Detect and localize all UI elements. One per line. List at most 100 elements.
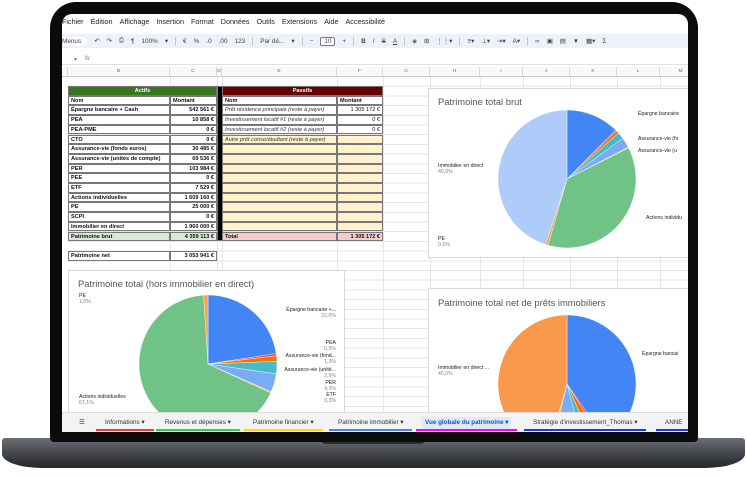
passif-amount[interactable] (337, 144, 383, 154)
actif-amount[interactable]: 25 000 € (170, 202, 217, 213)
patrimoine-net-label[interactable]: Patrimoine net (68, 250, 170, 261)
minus-icon[interactable]: − (310, 38, 314, 45)
menu-1[interactable]: Édition (91, 17, 113, 29)
patrimoine-net-value[interactable]: 3 053 941 € (170, 250, 217, 261)
print-icon[interactable]: ⎙ (119, 37, 124, 45)
actif-name[interactable]: PEA (68, 115, 170, 125)
chart-patrimoine-brut[interactable]: Patrimoine total brut Épargne bancaire A… (428, 88, 688, 258)
actif-amount[interactable]: 0 € (170, 124, 217, 135)
passif-name[interactable]: Autre prêt conso/étudiant (reste à payer… (222, 134, 337, 145)
menu-0[interactable]: Fichier (62, 17, 84, 29)
menu-3[interactable]: Insertion (156, 17, 184, 29)
passif-amount[interactable] (337, 212, 383, 222)
bold-button[interactable]: B (361, 38, 366, 45)
all-sheets-menu-icon[interactable]: ☰ (76, 417, 88, 431)
column-header-J[interactable]: J (523, 67, 570, 77)
text-rotate-icon[interactable]: A▾ (513, 37, 520, 45)
paint-format-icon[interactable]: ¶ (131, 38, 134, 45)
pie-slice--pargne-bancaire-cash[interactable] (207, 294, 277, 365)
tab-sheet-4[interactable]: Vue globale du patrimoine ▾ (416, 417, 518, 431)
passifs-header[interactable]: Passifs (222, 86, 383, 96)
undo-icon[interactable]: ↶ (94, 37, 99, 45)
currency-button[interactable]: € (183, 38, 187, 45)
actif-amount[interactable]: 10 858 € (170, 115, 217, 125)
chevron-down-icon[interactable]: ▾ (74, 56, 77, 63)
passif-amount[interactable]: 0 € (337, 124, 383, 135)
actif-amount[interactable]: 1 609 160 € (170, 192, 217, 203)
tab-sheet-0[interactable]: Informations ▾ (96, 417, 154, 431)
menu-4[interactable]: Format (191, 17, 214, 29)
actif-name[interactable]: SCPI (68, 212, 170, 222)
actif-amount[interactable]: 7 529 € (170, 183, 217, 193)
column-header-L[interactable]: L (617, 67, 660, 77)
column-header-G[interactable]: G (383, 67, 430, 77)
actif-name[interactable]: Épargne bancaire + Cash (68, 105, 170, 116)
actif-name[interactable]: PER (68, 163, 170, 174)
passifs-total-label[interactable]: Total (222, 231, 337, 242)
column-header-C[interactable]: C (170, 67, 217, 77)
chevron-down-icon[interactable]: ▾ (165, 37, 168, 45)
more-formats-button[interactable]: 123 (235, 38, 246, 45)
percent-button[interactable]: % (194, 38, 200, 45)
passif-name[interactable] (222, 163, 337, 174)
actif-name[interactable]: ETF (68, 183, 170, 193)
passif-name[interactable] (222, 192, 337, 203)
passif-name[interactable]: Investissement locatif #1 (reste à payer… (222, 115, 337, 125)
font-select[interactable]: Par dé... (260, 38, 284, 45)
passifs-total-value[interactable]: 1 305 172 € (337, 231, 383, 242)
passif-amount[interactable] (337, 192, 383, 203)
column-header-I[interactable]: I (480, 67, 523, 77)
actif-name[interactable]: PEA-PME (68, 124, 170, 135)
menu-6[interactable]: Outils (257, 17, 275, 29)
font-size-input[interactable]: 10 (320, 36, 336, 46)
passif-name[interactable] (222, 144, 337, 154)
column-header-K[interactable]: K (570, 67, 617, 77)
passif-amount[interactable]: 0 € (337, 115, 383, 125)
actif-amount[interactable]: 1 960 000 € (170, 221, 217, 232)
passif-name[interactable] (222, 202, 337, 213)
zoom-select[interactable]: 100% (141, 38, 157, 45)
tab-sheet-1[interactable]: Revenus et dépenses ▾ (156, 417, 240, 431)
tab-sheet-6[interactable]: ANNE (656, 417, 688, 431)
column-header-F[interactable]: F (337, 67, 383, 77)
actif-amount[interactable]: 0 € (170, 134, 217, 145)
actif-amount[interactable]: 542 561 € (170, 105, 217, 116)
column-header-M[interactable]: M (660, 67, 688, 77)
passif-amount[interactable] (337, 134, 383, 145)
passif-name[interactable] (222, 153, 337, 164)
passif-amount[interactable] (337, 221, 383, 232)
functions-icon[interactable]: Σ (602, 38, 606, 45)
passif-name[interactable] (222, 212, 337, 222)
actif-name[interactable]: Immobilier en direct (68, 221, 170, 232)
borders-icon[interactable]: ⊞ (424, 37, 429, 45)
actifs-col-montant[interactable]: Montant (170, 95, 217, 106)
increase-decimal-button[interactable]: .00 (219, 38, 228, 45)
merge-cells-icon[interactable]: ⋮⋮▾ (436, 37, 452, 45)
passif-name[interactable] (222, 173, 337, 183)
column-header-E[interactable]: E (222, 67, 337, 77)
link-icon[interactable]: ∞ (535, 38, 540, 45)
passifs-col-montant[interactable]: Montant (337, 95, 383, 106)
actif-name[interactable]: CTO (68, 134, 170, 145)
passifs-col-nom[interactable]: Nom (222, 95, 337, 106)
menu-5[interactable]: Données (221, 17, 250, 29)
chart-patrimoine-net[interactable]: Patrimoine total net de prêts immobilier… (428, 288, 688, 429)
menu-9[interactable]: Accessibilité (345, 17, 385, 29)
italic-button[interactable]: I (373, 38, 375, 45)
filter-icon[interactable]: ▼ (573, 38, 579, 45)
strikethrough-button[interactable]: S (382, 38, 386, 45)
actif-amount[interactable]: 30 485 € (170, 144, 217, 154)
passif-amount[interactable] (337, 163, 383, 174)
menu-2[interactable]: Affichage (120, 17, 150, 29)
align-icon[interactable]: ≡▾ (467, 37, 474, 45)
patrimoine-brut-value[interactable]: 4 359 113 € (170, 231, 217, 242)
actif-name[interactable]: PE (68, 202, 170, 213)
passif-name[interactable] (222, 221, 337, 232)
chevron-down-icon[interactable]: ▾ (291, 37, 294, 45)
actif-amount[interactable]: 69 536 € (170, 153, 217, 164)
actif-amount[interactable]: 103 984 € (170, 163, 217, 174)
redo-icon[interactable]: ↷ (107, 37, 112, 45)
menu-7[interactable]: Extensions (282, 17, 317, 29)
text-wrap-icon[interactable]: ⇥▾ (497, 37, 506, 45)
passif-name[interactable] (222, 183, 337, 193)
